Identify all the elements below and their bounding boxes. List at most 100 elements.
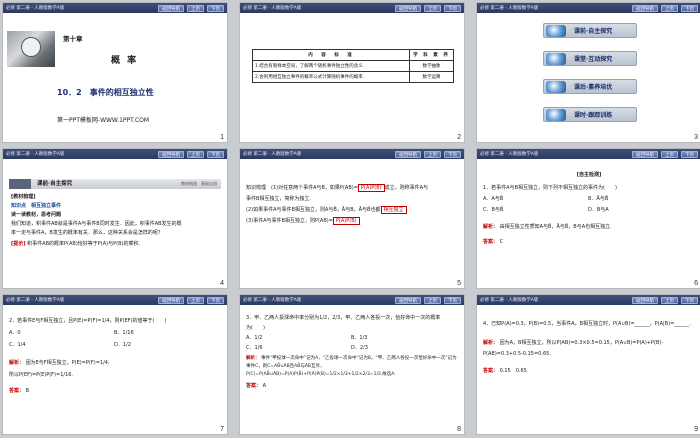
- text-line: 率一定与事件A，B发生的概率有关．那么，这种关系会是怎样的呢？: [11, 230, 163, 236]
- nav-button[interactable]: 返回导航: [395, 296, 421, 304]
- question-text: 1．若事件A与B相互独立，则下列不相互独立的事件为( ): [483, 185, 617, 191]
- slide-header-bar: 必修 第二册 · 人教版数学A版 返回导航 上页 下页: [477, 149, 700, 159]
- slide-thumbnail-7[interactable]: 必修 第二册 · 人教版数学A版 返回导航 上页 下页 2．若事件E与F相互独立…: [2, 294, 228, 435]
- analysis-label: 解析：: [246, 356, 260, 361]
- next-button[interactable]: 下页: [207, 296, 224, 304]
- slide-number: 4: [220, 280, 224, 287]
- prev-button[interactable]: 上页: [424, 296, 441, 304]
- body-text: 知识梳理 (1)对任意两个事件A与B，如果P(AB)= P(A)P(B) 成立，则称…: [246, 183, 460, 227]
- slide-thumbnail-2[interactable]: 必修 第二册 · 人教版数学A版 返回导航 上页 下页 内 容 标 准 学 科 …: [239, 2, 465, 143]
- prev-button[interactable]: 上页: [424, 150, 441, 158]
- option-b: B．1/3: [351, 335, 368, 341]
- table-cell: 2.会利用相互独立事件的概率公式计算随机事件的概率.: [252, 71, 410, 83]
- next-button[interactable]: 下页: [444, 296, 461, 304]
- prev-button[interactable]: 上页: [187, 4, 204, 12]
- nav-button[interactable]: 返回导航: [158, 296, 184, 304]
- menu-item-preclass[interactable]: 课前·自主探究: [543, 23, 637, 38]
- footer-watermark: 第一PPT模板网-WWW.1PPT.COM: [57, 117, 150, 124]
- book-title: 必修 第二册 · 人教版数学A版: [243, 152, 302, 157]
- slide-thumbnail-4[interactable]: 必修 第二册 · 人教版数学A版 返回导航 上页 下页 课前·自主探究 教材梳理…: [2, 148, 228, 289]
- nav-button[interactable]: 返回导航: [158, 4, 184, 12]
- table-row: 2.会利用相互独立事件的概率公式计算随机事件的概率. 数学运算: [252, 71, 454, 83]
- answer-box: P(A)P(B): [332, 217, 360, 225]
- slide-thumbnail-1[interactable]: 必修 第二册 · 人教版数学A版 返回导航 上页 下页 第十章 概 率 10．2…: [2, 2, 228, 143]
- slide-number: 2: [457, 134, 461, 141]
- next-button[interactable]: 下页: [681, 150, 698, 158]
- answer-box: 相互独立: [380, 206, 407, 214]
- slide-header-bar: 必修 第二册 · 人教版数学A版 返回导航 上页 下页: [477, 3, 700, 13]
- text-line: 我们知道，积事件AB就是事件A与事件B同时发生．因此，积事件AB发生的概: [11, 221, 182, 227]
- prev-button[interactable]: 上页: [424, 4, 441, 12]
- menu-icon: [546, 24, 566, 37]
- next-button[interactable]: 下页: [444, 4, 461, 12]
- next-button[interactable]: 下页: [681, 296, 698, 304]
- table-header: 学 科 素 养: [409, 49, 454, 61]
- book-title: 必修 第二册 · 人教版数学A版: [6, 6, 65, 11]
- slide-header-bar: 必修 第二册 · 人教版数学A版 返回导航 上页 下页: [3, 3, 227, 13]
- book-title: 必修 第二册 · 人教版数学A版: [243, 298, 302, 303]
- prev-button[interactable]: 上页: [661, 296, 678, 304]
- option-d: D．B与A: [588, 207, 609, 213]
- slide-thumbnail-8[interactable]: 必修 第二册 · 人教版数学A版 返回导航 上页 下页 3．甲、乙两人投球命中率…: [239, 294, 465, 435]
- slide-header-bar: 必修 第二册 · 人教版数学A版 返回导航 上页 下页: [3, 149, 227, 159]
- menu-item-inclass[interactable]: 课堂·互动探究: [543, 51, 637, 66]
- section-subnav: 教材梳理 基础自测: [181, 181, 217, 186]
- slide-number: 6: [694, 280, 698, 287]
- table-row: 1.结合有限样本空间，了解两个随机事件独立性的含义. 数学抽象: [252, 60, 454, 72]
- nav-button[interactable]: 返回导航: [632, 150, 658, 158]
- menu-item-afterclass[interactable]: 课后·素养培优: [543, 79, 637, 94]
- slide-header-bar: 必修 第二册 · 人教版数学A版 返回导航 上页 下页: [240, 295, 464, 305]
- slide-thumbnail-3[interactable]: 必修 第二册 · 人教版数学A版 返回导航 上页 下页 课前·自主探究 课堂·互…: [476, 2, 700, 143]
- option-b: B．Ā与B̄: [588, 196, 609, 202]
- slide-thumbnail-6[interactable]: 必修 第二册 · 人教版数学A版 返回导航 上页 下页 [自主检测] 1．若事件…: [476, 148, 700, 289]
- answer-label: 答案：: [483, 368, 499, 374]
- menu-icon: [546, 108, 566, 121]
- text-line: 事件B相互独立，简称为独立.: [246, 196, 312, 202]
- book-title: 必修 第二册 · 人教版数学A版: [243, 6, 302, 11]
- section-bar: 课前·自主探究 教材梳理 基础自测: [9, 179, 221, 189]
- prev-button[interactable]: 上页: [661, 4, 678, 12]
- slide-thumbnail-9[interactable]: 必修 第二册 · 人教版数学A版 返回导航 上页 下页 4．已知P(A)=0.3…: [476, 294, 700, 435]
- slide-header-bar: 必修 第二册 · 人教版数学A版 返回导航 上页 下页: [3, 295, 227, 305]
- next-button[interactable]: 下页: [207, 4, 224, 12]
- answer-label: 答案：: [483, 239, 499, 245]
- prev-button[interactable]: 上页: [187, 296, 204, 304]
- analysis-text: 所以P(EF)=P(E)P(F)=1/16.: [9, 372, 74, 378]
- option-a: A．1/2: [246, 335, 263, 341]
- book-title: 必修 第二册 · 人教版数学A版: [480, 152, 539, 157]
- section-title: 课前·自主探究: [37, 181, 73, 187]
- nav-button[interactable]: 返回导航: [158, 150, 184, 158]
- prev-button[interactable]: 上页: [187, 150, 204, 158]
- menu-label: 课堂·互动探究: [574, 56, 613, 63]
- menu-icon: [546, 80, 566, 93]
- option-c: C．B与B̄: [483, 207, 504, 213]
- nav-button[interactable]: 返回导航: [395, 4, 421, 12]
- prev-button[interactable]: 上页: [661, 150, 678, 158]
- option-c: C．1/6: [246, 345, 263, 351]
- table-cell: 数学运算: [409, 71, 454, 83]
- book-title: 必修 第二册 · 人教版数学A版: [6, 152, 65, 157]
- question-block: 1．若事件A与B相互独立，则下列不相互独立的事件为( ) A．A与B̄ B．Ā与…: [483, 183, 697, 248]
- slide-number: 8: [457, 426, 461, 433]
- answer-box: P(A)P(B): [357, 184, 385, 192]
- answer-label: 答案：: [9, 388, 25, 394]
- menu-item-training[interactable]: 课时·跟踪训练: [543, 107, 637, 122]
- nav-button[interactable]: 返回导航: [632, 4, 658, 12]
- text-line: [教材梳理]: [11, 194, 36, 200]
- nav-button[interactable]: 返回导航: [632, 296, 658, 304]
- question-text: 为( ): [246, 325, 265, 331]
- text-line: 知识梳理 (1)对任意两个事件A与B，如果P(AB)=: [246, 185, 358, 191]
- next-button[interactable]: 下页: [207, 150, 224, 158]
- next-button[interactable]: 下页: [444, 150, 461, 158]
- slide-thumbnail-5[interactable]: 必修 第二册 · 人教版数学A版 返回导航 上页 下页 知识梳理 (1)对任意两…: [239, 148, 465, 289]
- objectives-table: 内 容 标 准 学 科 素 养 1.结合有限样本空间，了解两个随机事件独立性的含…: [252, 49, 454, 83]
- analysis-label: 解析：: [483, 340, 499, 346]
- answer-text: 0.15 0.65: [499, 368, 527, 374]
- next-button[interactable]: 下页: [681, 4, 698, 12]
- table-cell: 1.结合有限样本空间，了解两个随机事件独立性的含义.: [252, 60, 410, 72]
- text-line: (3)事件A与事件B相互独立，则P(AB)=: [246, 218, 333, 224]
- nav-button[interactable]: 返回导航: [395, 150, 421, 158]
- menu-label: 课后·素养培优: [574, 84, 613, 91]
- option-b: B．1/16: [114, 330, 134, 336]
- slide-number: 7: [220, 426, 224, 433]
